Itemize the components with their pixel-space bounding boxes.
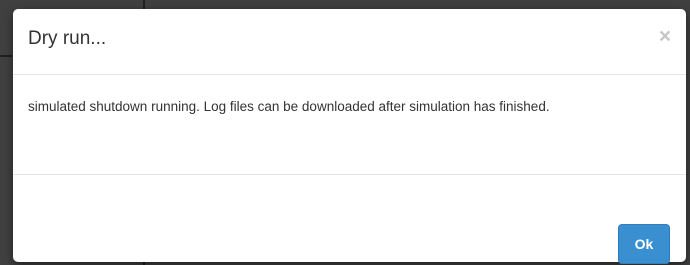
dialog-header: Dry run... × <box>13 9 686 75</box>
ok-button[interactable]: Ok <box>618 224 670 264</box>
dry-run-dialog: Dry run... × simulated shutdown running.… <box>13 9 686 264</box>
dialog-message: simulated shutdown running. Log files ca… <box>28 99 550 114</box>
close-icon[interactable]: × <box>656 26 674 47</box>
dialog-footer: Ok <box>13 175 686 264</box>
dialog-title: Dry run... <box>28 28 107 49</box>
dialog-body: simulated shutdown running. Log files ca… <box>13 75 686 175</box>
backdrop-divider <box>0 55 12 57</box>
